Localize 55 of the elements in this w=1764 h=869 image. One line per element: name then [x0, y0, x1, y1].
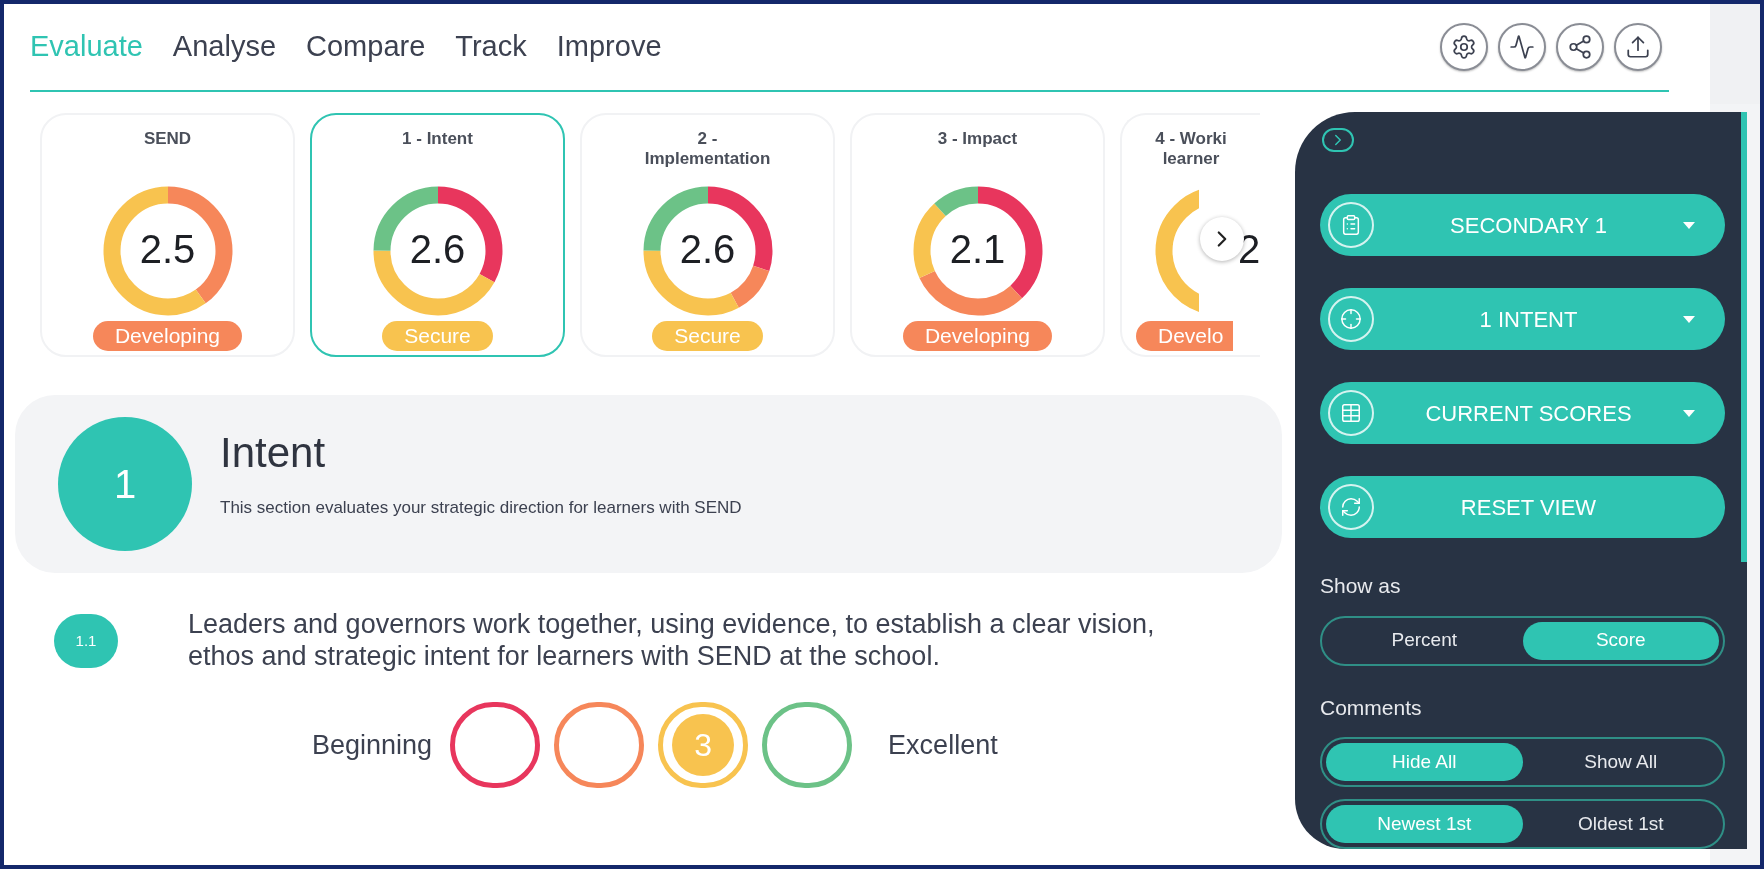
question-text: Leaders and governors work together, using evidence, to establish a clear vision, ethos and strategic intent for learners with SEND at the school.: [188, 608, 1156, 672]
score-value: 2.6: [408, 226, 467, 273]
pulse-button[interactable]: [1498, 23, 1546, 71]
section-description: This section evaluates your strategic direction for learners with SEND: [220, 497, 742, 520]
upload-button[interactable]: [1614, 23, 1662, 71]
crosshair-icon: [1328, 296, 1374, 342]
toggle-option[interactable]: Percent: [1326, 621, 1523, 660]
show-as-label: Show as: [1320, 573, 1402, 599]
status-badge: Secure: [382, 321, 493, 351]
comments-label: Comments: [1320, 694, 1423, 721]
scale-high-label: Excellent: [888, 728, 998, 762]
nav-tab[interactable]: Analyse: [172, 25, 277, 69]
card-title: SEND: [143, 129, 192, 149]
nav-tab[interactable]: Improve: [556, 25, 662, 69]
caret-icon: [1683, 315, 1695, 323]
status-badge: Develo: [1136, 321, 1234, 351]
status-badge: Developing: [902, 321, 1053, 351]
card-title: learner: [1162, 149, 1220, 169]
settings-icon: [1451, 34, 1477, 60]
status-badge: Developing: [92, 321, 243, 351]
card-title: 4 - Worki: [1155, 129, 1227, 149]
scale-low-label: Beginning: [312, 728, 433, 762]
caret-icon: [1683, 409, 1695, 417]
rating-option[interactable]: [450, 702, 541, 788]
share-button[interactable]: [1556, 23, 1604, 71]
status-badge: Secure: [652, 321, 763, 351]
upload-icon: [1625, 34, 1651, 60]
section-number: 1: [58, 417, 192, 551]
pulse-icon: [1509, 34, 1535, 60]
score-card[interactable]: 3 - Impact 2.1 Developing: [850, 113, 1105, 357]
settings-button[interactable]: [1440, 23, 1488, 71]
score-card[interactable]: 2 - Implementation 2.6 Secure: [580, 113, 835, 357]
table-icon: [1328, 390, 1374, 436]
refresh-icon: [1328, 484, 1374, 530]
score-card[interactable]: 4 - Worki learner 2 Develo: [1120, 113, 1260, 357]
nav-tab[interactable]: Compare: [306, 25, 426, 69]
score-value: 2: [1238, 226, 1260, 273]
share-icon: [1567, 34, 1593, 60]
score-value: 2.5: [138, 226, 197, 273]
card-title: Implementation: [644, 149, 771, 169]
collapse-button[interactable]: [1322, 128, 1354, 152]
toggle-option[interactable]: Oldest 1st: [1522, 805, 1719, 843]
nav-tab[interactable]: Track: [455, 25, 527, 69]
card-title: 3 - Impact: [937, 129, 1018, 149]
card-title: 1 - Intent: [402, 129, 473, 149]
score-value: 2.6: [678, 226, 737, 273]
caret-icon: [1683, 221, 1695, 229]
section-title: Intent: [220, 428, 327, 479]
toggle-option[interactable]: Show All: [1522, 743, 1719, 781]
clipboard-icon: [1328, 202, 1374, 248]
score-card[interactable]: SEND 2.5 Developing: [40, 113, 295, 357]
score-value: 2.1: [948, 226, 1007, 273]
question-number: 1.1: [54, 614, 118, 668]
score-card[interactable]: 1 - Intent 2.6 Secure: [310, 113, 565, 357]
card-title: 2 -: [697, 129, 718, 149]
